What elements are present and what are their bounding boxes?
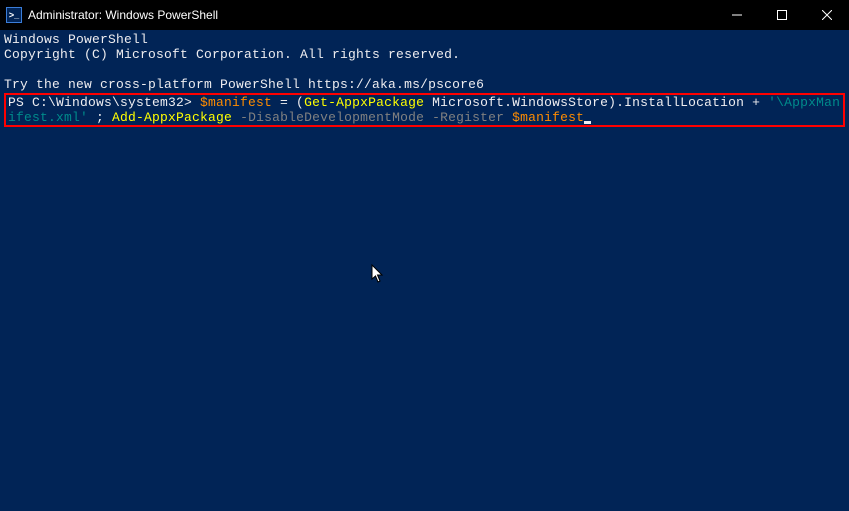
prompt: PS C:\Windows\system32> <box>8 95 200 110</box>
terminal-area[interactable]: Windows PowerShell Copyright (C) Microso… <box>0 30 849 511</box>
param-disable-dev-mode: -DisableDevelopmentMode <box>232 110 424 125</box>
param-register: -Register <box>424 110 504 125</box>
maximize-icon <box>777 10 787 20</box>
powershell-window: >_ Administrator: Windows PowerShell Win… <box>0 0 849 511</box>
maximize-button[interactable] <box>759 0 804 30</box>
variable-manifest: $manifest <box>200 95 272 110</box>
titlebar-left: >_ Administrator: Windows PowerShell <box>0 7 218 23</box>
plus-operator: + <box>752 95 768 110</box>
powershell-icon: >_ <box>6 7 22 23</box>
titlebar[interactable]: >_ Administrator: Windows PowerShell <box>0 0 849 30</box>
try-pscore-line: Try the new cross-platform PowerShell ht… <box>4 77 484 92</box>
package-text: Microsoft.WindowsStore).InstallLocation <box>424 95 752 110</box>
cmdlet-add-appxpackage: Add-AppxPackage <box>112 110 232 125</box>
cmdlet-get-appxpackage: Get-AppxPackage <box>304 95 424 110</box>
close-icon <box>822 10 832 20</box>
close-button[interactable] <box>804 0 849 30</box>
minimize-button[interactable] <box>714 0 759 30</box>
text-cursor <box>584 121 591 124</box>
window-title: Administrator: Windows PowerShell <box>28 8 218 22</box>
minimize-icon <box>732 10 742 20</box>
command-highlight-box: PS C:\Windows\system32> $manifest = (Get… <box>4 93 845 127</box>
header-line-2: Copyright (C) Microsoft Corporation. All… <box>4 47 460 62</box>
separator: ; <box>88 110 112 125</box>
window-controls <box>714 0 849 30</box>
variable-manifest-2: $manifest <box>504 110 584 125</box>
header-line-1: Windows PowerShell <box>4 32 148 47</box>
assign-open: = ( <box>272 95 304 110</box>
